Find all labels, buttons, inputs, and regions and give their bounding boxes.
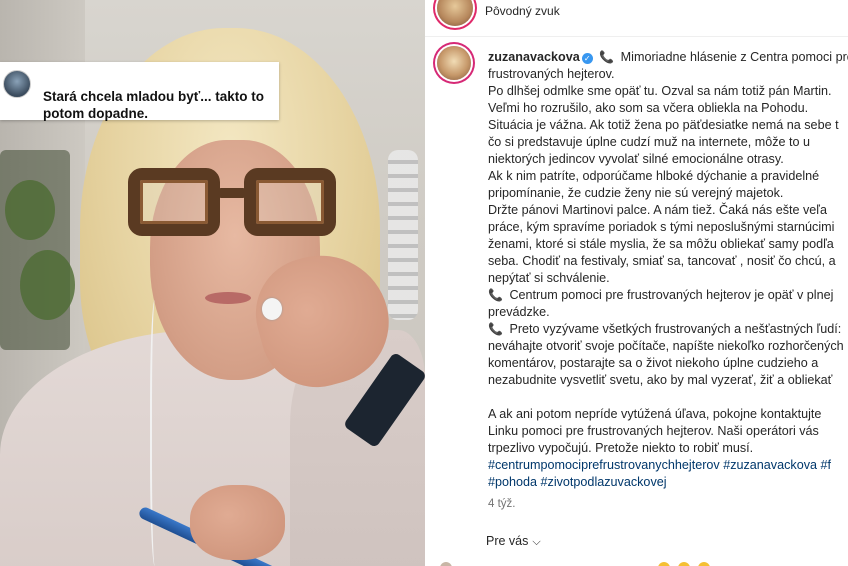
caption-line: Veľmi ho rozrušilo, ako som sa včera obl… xyxy=(488,101,809,115)
background-plant xyxy=(5,180,55,240)
caption-line: Po dlhšej odmlke sme opäť tu. Ozval sa n… xyxy=(488,84,832,98)
telephone-receiver-icon: 📞 xyxy=(599,50,615,64)
comment-avatar xyxy=(440,562,452,566)
caption-line: Mimoriadne hlásenie z Centra pomoci pre xyxy=(620,50,848,64)
glasses xyxy=(128,168,338,240)
audio-row[interactable]: Pôvodný zvuk xyxy=(425,0,848,37)
caption-line: trpezlivo vypočujú. Pretože niekto to ro… xyxy=(488,441,754,455)
hashtag-line[interactable]: #centrumpomociprefrustrovanychhejterov #… xyxy=(488,457,848,474)
emoji-icon xyxy=(658,562,670,566)
background-lamp xyxy=(388,150,418,320)
author-username[interactable]: zuzanavackova xyxy=(488,50,580,64)
telephone-receiver-icon: 📞 xyxy=(488,288,503,302)
caption-line: nezabudnite vysvetliť svetu, ako by mal … xyxy=(488,373,833,387)
caption-line: pripomínanie, že cudzie ženy nie sú vere… xyxy=(488,186,784,200)
caption-line: A ak ani potom nepríde vytúžená úľava, p… xyxy=(488,407,822,421)
video-player[interactable]: Stará chcela mladou byť... takto to poto… xyxy=(0,0,425,566)
chevron-down-icon: ⌵ xyxy=(532,536,541,548)
caption-line: čo si predstavuje úplne cudzí muž na int… xyxy=(488,135,811,149)
emoji-icon xyxy=(698,562,710,566)
post-timestamp[interactable]: 4 týž. xyxy=(488,498,515,510)
caption-line: nepýtať si schválenie. xyxy=(488,271,610,285)
audio-label[interactable]: Pôvodný zvuk xyxy=(485,4,560,18)
emoji-icon xyxy=(678,562,690,566)
verified-icon: ✓ xyxy=(581,53,593,64)
for-you-label: Pre vás xyxy=(486,534,529,548)
audio-avatar[interactable] xyxy=(437,0,473,26)
person-hand-writing xyxy=(190,485,285,560)
caption-line: niektorých jedincov vyvolať silné emocio… xyxy=(488,152,784,166)
caption-line: Linku pomoci pre frustrovaných hejterov.… xyxy=(488,424,819,438)
post-caption: zuzanavackova ✓ 📞 Mimoriadne hlásenie z C… xyxy=(488,49,848,491)
caption-line: Centrum pomoci pre frustrovaných hejtero… xyxy=(509,288,834,302)
caption-line: ženami, ktoré si stále myslia, že sa môž… xyxy=(488,237,834,251)
person-mouth xyxy=(205,292,251,304)
commenter-avatar xyxy=(3,70,31,98)
caption-line: komentárov, postarajte sa o život niekoh… xyxy=(488,356,819,370)
comment-reply-sticker[interactable]: Stará chcela mladou byť... takto to poto… xyxy=(0,62,279,121)
next-comment-preview xyxy=(440,558,840,566)
caption-line: prevádzke. xyxy=(488,305,550,319)
caption-line: Ak k nim patríte, odporúčame hlboké dých… xyxy=(488,169,820,183)
caption-line: frustrovaných hejterov. xyxy=(488,67,615,81)
earbud xyxy=(262,298,282,320)
author-avatar[interactable] xyxy=(437,46,471,80)
background-plant xyxy=(20,250,75,320)
post-details-panel: Pôvodný zvuk zuzanavackova ✓ 📞 Mimoriadne… xyxy=(425,0,848,566)
caption-line: seba. Chodiť na festivaly, smiať sa, tan… xyxy=(488,254,836,268)
hashtag-line[interactable]: #pohoda #zivotpodlazuvackovej xyxy=(488,474,848,491)
caption-line: neváhajte otvoriť svoje počítače, napíšt… xyxy=(488,339,844,353)
reel-viewer: Stará chcela mladou byť... takto to poto… xyxy=(0,0,848,566)
for-you-dropdown[interactable]: Pre vás ⌵ xyxy=(486,534,541,549)
telephone-receiver-icon: 📞 xyxy=(488,322,503,336)
sticker-text: Stará chcela mladou byť... takto to poto… xyxy=(43,89,265,121)
caption-line: Držte pánovi Martinovi palce. A nám tiež… xyxy=(488,203,827,217)
caption-line: Situácia je vážna. Ak totiž žena po päťd… xyxy=(488,118,839,132)
caption-line: Preto vyzývame všetkých frustrovaných a … xyxy=(509,322,842,336)
caption-line: práce, kým spravíme poriadok s tými nepo… xyxy=(488,220,835,234)
